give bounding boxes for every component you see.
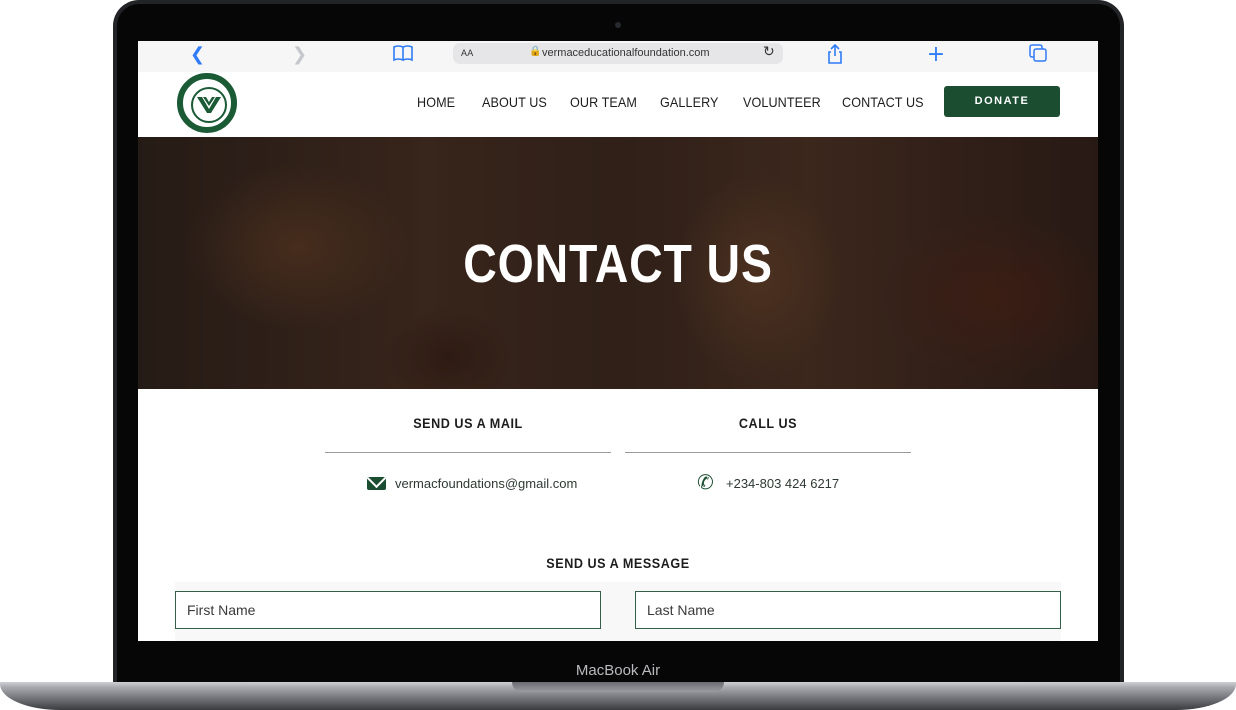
- nav-our-team[interactable]: OUR TEAM: [570, 94, 637, 110]
- forward-icon[interactable]: ❯: [292, 44, 307, 66]
- share-icon[interactable]: [826, 43, 844, 66]
- logo-monogram-icon: [197, 97, 221, 113]
- reader-button[interactable]: AA: [461, 48, 474, 58]
- site-header: HOME ABOUT US OUR TEAM GALLERY VOLUNTEER…: [138, 72, 1098, 137]
- envelope-icon: [367, 477, 386, 490]
- tabs-overview-icon[interactable]: [1028, 44, 1048, 66]
- nav-gallery[interactable]: GALLERY: [660, 94, 719, 110]
- first-name-field-wrapper: [175, 591, 601, 629]
- call-section: CALL US ✆ +234-803 424 6217: [625, 415, 911, 493]
- camera-icon: [615, 22, 621, 28]
- logo-inner: [191, 87, 227, 123]
- browser-toolbar: ❮ ❯ AA 🔒 vermaceducationalfoundation.com…: [138, 41, 1098, 73]
- bookmarks-icon[interactable]: [392, 44, 414, 66]
- hero-banner: CONTACT US: [138, 137, 1098, 389]
- divider: [625, 452, 911, 453]
- phone-link[interactable]: +234-803 424 6217: [726, 476, 839, 491]
- screen: ❮ ❯ AA 🔒 vermaceducationalfoundation.com…: [138, 41, 1098, 641]
- url-text[interactable]: vermaceducationalfoundation.com: [542, 47, 710, 59]
- lock-icon: 🔒: [529, 46, 542, 57]
- donate-button[interactable]: DONATE: [944, 86, 1060, 117]
- mail-heading: SEND US A MAIL: [413, 415, 523, 431]
- hero-title: CONTACT US: [463, 234, 773, 294]
- mail-line: vermacfoundations@gmail.com: [325, 473, 611, 493]
- phone-line: ✆ +234-803 424 6217: [625, 470, 911, 494]
- last-name-field[interactable]: [636, 592, 1060, 628]
- message-heading: SEND US A MESSAGE: [546, 555, 690, 571]
- reload-icon[interactable]: ↻: [763, 44, 775, 60]
- nav-home[interactable]: HOME: [417, 94, 455, 110]
- back-icon[interactable]: ❮: [190, 44, 205, 66]
- call-heading: CALL US: [738, 415, 798, 431]
- first-name-field[interactable]: [176, 592, 600, 628]
- mail-section: SEND US A MAIL vermacfoundations@gmail.c…: [325, 415, 611, 491]
- nav-volunteer[interactable]: VOLUNTEER: [743, 94, 821, 110]
- phone-icon: ✆: [697, 470, 714, 494]
- email-link[interactable]: vermacfoundations@gmail.com: [395, 476, 577, 491]
- logo-ring: [183, 79, 231, 127]
- divider: [325, 452, 611, 453]
- address-bar[interactable]: AA 🔒 vermaceducationalfoundation.com ↻: [453, 43, 783, 64]
- nav-about-us[interactable]: ABOUT US: [482, 94, 547, 110]
- nav-contact-us[interactable]: CONTACT US: [842, 94, 924, 110]
- new-tab-icon[interactable]: +: [926, 44, 946, 66]
- foundation-logo[interactable]: [177, 73, 237, 133]
- last-name-field-wrapper: [635, 591, 1061, 629]
- device-label: MacBook Air: [575, 662, 661, 679]
- laptop-notch: [512, 682, 724, 692]
